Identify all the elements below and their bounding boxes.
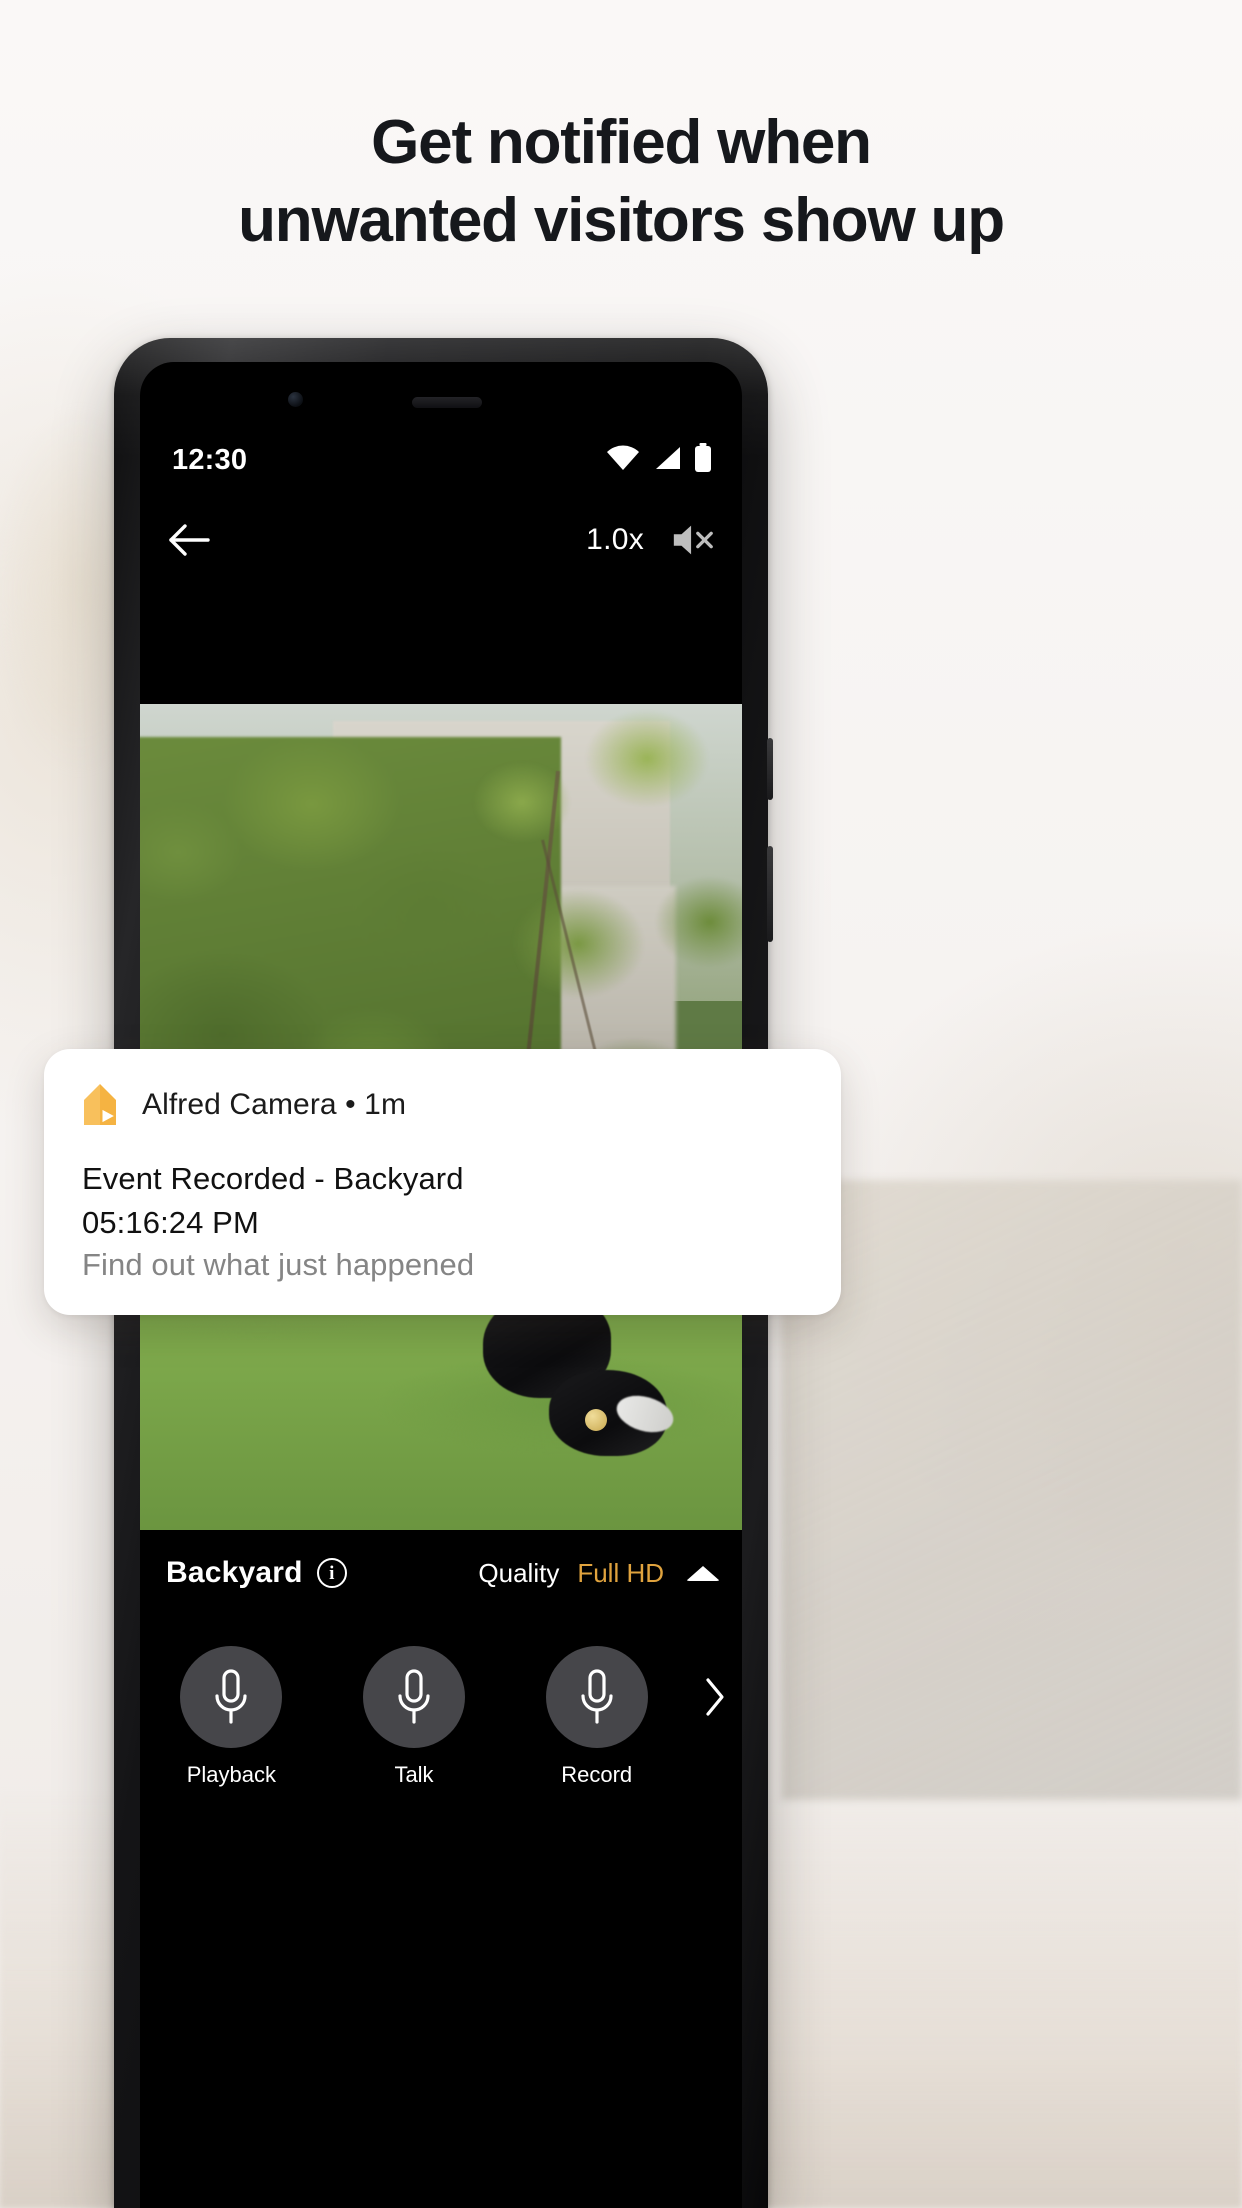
page-headline: Get notified when unwanted visitors show… — [0, 104, 1242, 260]
wifi-icon — [606, 445, 640, 476]
playback-speed-label[interactable]: 1.0x — [586, 523, 644, 557]
status-bar-time: 12:30 — [172, 443, 248, 476]
quality-value[interactable]: Full HD — [577, 1558, 664, 1589]
notification-time: 05:16:24 PM — [82, 1205, 259, 1240]
cellular-signal-icon — [652, 445, 682, 476]
control-label: Record — [561, 1762, 633, 1787]
phone-volume-button[interactable] — [767, 846, 773, 942]
notification-header: Alfred Camera • 1m — [82, 1083, 803, 1127]
camera-name-label: Backyard — [166, 1556, 303, 1589]
quality-label: Quality — [478, 1557, 560, 1588]
decor-sofa — [782, 1180, 1242, 1800]
caret-up-icon[interactable] — [686, 1565, 720, 1581]
camera-controls-list: Playback Talk Record — [140, 1646, 688, 1788]
back-arrow-icon[interactable] — [166, 517, 212, 563]
camera-controls-bar: Playback Talk Record — [140, 1616, 742, 1856]
chevron-right-icon[interactable] — [688, 1646, 742, 1748]
battery-icon — [694, 442, 712, 478]
player-letterbox-gap — [140, 588, 742, 704]
speaker-muted-icon[interactable] — [670, 517, 716, 563]
earpiece-speaker — [412, 397, 482, 408]
quality-control[interactable]: Quality Full HD — [478, 1558, 720, 1589]
phone-notch-area — [140, 362, 742, 428]
control-record[interactable]: Record — [505, 1646, 688, 1788]
notification-title: Event Recorded - Backyard — [82, 1161, 464, 1196]
headline-line-1: Get notified when — [371, 108, 872, 177]
player-top-right-group: 1.0x — [586, 517, 716, 563]
microphone-icon[interactable] — [545, 1646, 648, 1748]
player-top-bar: 1.0x — [140, 492, 742, 588]
control-talk[interactable]: Talk — [323, 1646, 506, 1788]
notification-card[interactable]: Alfred Camera • 1m Event Recorded - Back… — [44, 1049, 841, 1315]
microphone-icon[interactable] — [363, 1646, 465, 1748]
status-bar-icons — [606, 442, 712, 478]
control-label: Playback — [186, 1762, 276, 1787]
alfred-home-play-icon — [82, 1083, 122, 1127]
control-playback[interactable]: Playback — [140, 1646, 323, 1788]
notification-app-name: Alfred Camera • 1m — [142, 1088, 407, 1121]
control-label: Talk — [394, 1762, 434, 1787]
front-camera-icon — [288, 392, 303, 407]
info-icon[interactable]: i — [316, 1558, 347, 1588]
phone-power-button[interactable] — [767, 738, 773, 800]
status-bar: 12:30 — [140, 428, 742, 492]
notification-subtitle: Find out what just happened — [82, 1247, 475, 1282]
headline-line-2: unwanted visitors show up — [238, 186, 1005, 255]
microphone-icon[interactable] — [180, 1646, 283, 1748]
camera-info-bar: Backyard i Quality Full HD — [140, 1530, 742, 1616]
